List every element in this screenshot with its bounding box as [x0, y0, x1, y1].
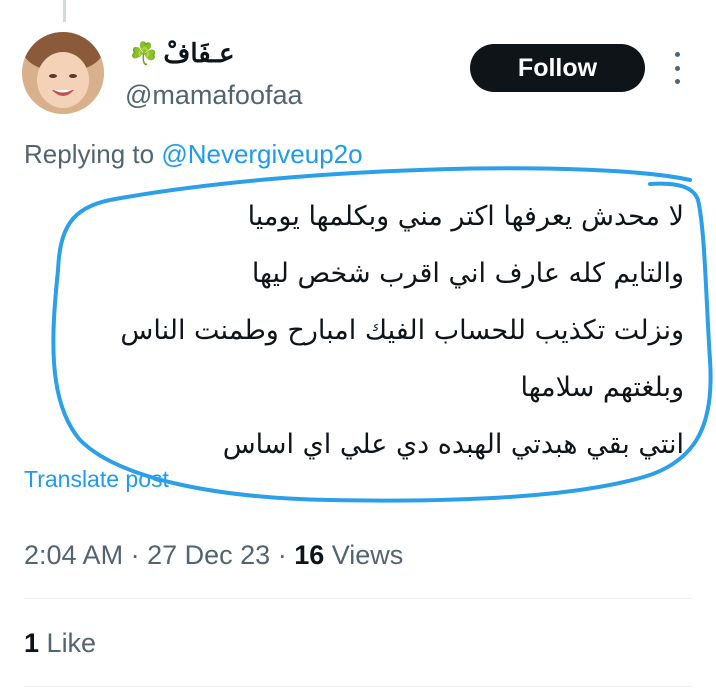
author-name[interactable]: ☘️ عـفَافْ	[130, 38, 235, 69]
tweet-line: لا محدش يعرفها اكتر مني وبكلمها يوميا	[247, 201, 684, 232]
meta-separator: ·	[130, 540, 148, 570]
tweet-line: وبلغتهم سلامها	[520, 372, 684, 403]
author-display-name: عـفَافْ	[163, 38, 235, 68]
author-emoji: ☘️	[130, 40, 158, 66]
likes-stat[interactable]: 1 Like	[24, 628, 96, 659]
replying-to: Replying to @Nevergiveup2o	[24, 139, 363, 170]
divider	[24, 598, 692, 599]
follow-button[interactable]: Follow	[470, 44, 645, 92]
tweet-line: انتي بقي هبدتي الهبده دي علي اي اساس	[222, 429, 684, 460]
avatar-image	[22, 32, 104, 114]
reply-target-link[interactable]: @Nevergiveup2o	[161, 139, 362, 169]
author-handle[interactable]: @mamafoofaa	[125, 80, 303, 111]
replying-prefix: Replying to	[24, 139, 162, 169]
tweet-time[interactable]: 2:04 AM	[24, 540, 123, 570]
tweet-text: لا محدش يعرفها اكتر مني وبكلمها يوميا وا…	[40, 188, 684, 473]
tweet-meta: 2:04 AM · 27 Dec 23 · 16 Views	[24, 540, 403, 571]
tweet-line: والتايم كله عارف اني اقرب شخص ليها	[251, 258, 684, 289]
views-count: 16	[294, 540, 325, 570]
thread-line	[63, 0, 66, 22]
likes-count: 1	[24, 628, 40, 658]
more-options-icon[interactable]	[668, 52, 686, 84]
tweet-date[interactable]: 27 Dec 23	[147, 540, 270, 570]
divider	[24, 686, 692, 687]
views-label: Views	[331, 540, 404, 570]
meta-separator: ·	[277, 540, 295, 570]
likes-label: Like	[46, 628, 97, 658]
translate-post-link[interactable]: Translate post	[24, 466, 169, 493]
avatar[interactable]	[22, 32, 104, 114]
tweet-line: ونزلت تكذيب للحساب الفيك امبارح وطمنت ال…	[120, 315, 684, 346]
